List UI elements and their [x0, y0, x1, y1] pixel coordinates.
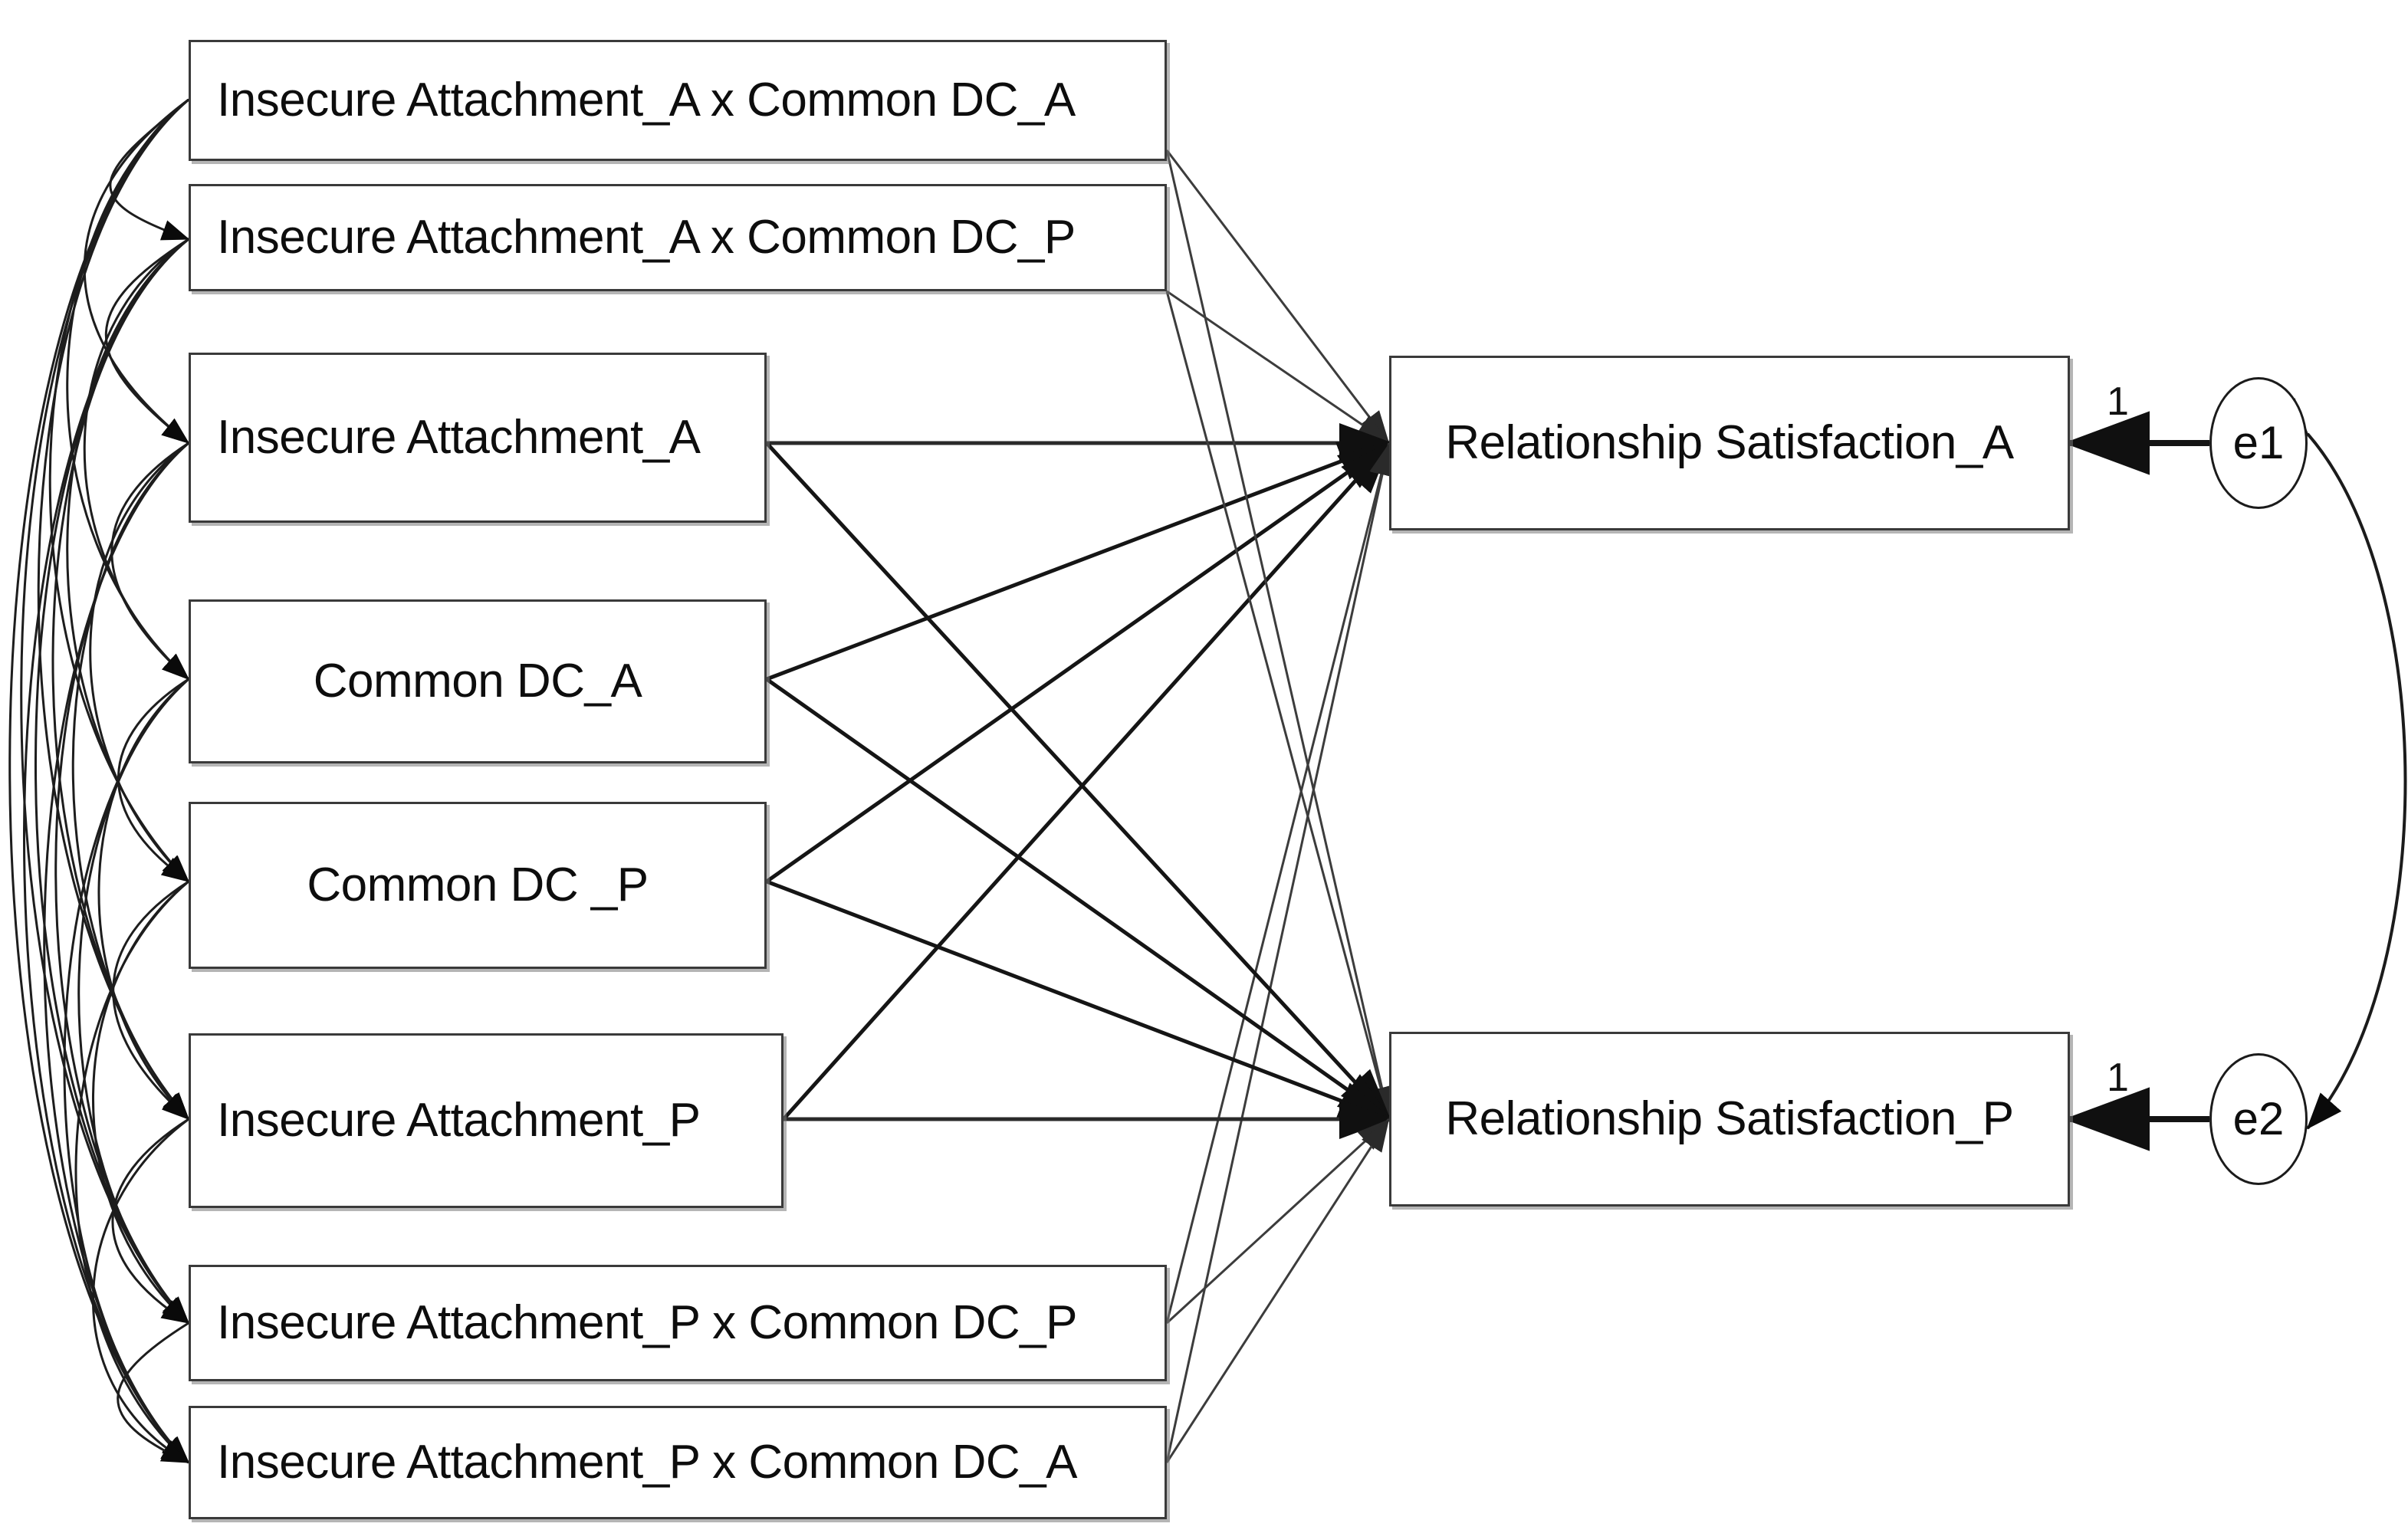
node-label: Insecure Attachment_A x Common DC_A — [217, 74, 1076, 127]
node-insecure-attachment-a-x-common-dc-p[interactable]: Insecure Attachment_A x Common DC_P — [189, 184, 1167, 291]
covariance-arc-group — [8, 74, 217, 1464]
node-relationship-satisfaction-p[interactable]: Relationship Satisfaction_P — [1389, 1032, 2070, 1207]
node-label: Insecure Attachment_P — [217, 1094, 701, 1148]
path-diagram-canvas: Insecure Attachment_A x Common DC_A Inse… — [0, 0, 2408, 1530]
node-common-dc-p[interactable]: Common DC _P — [189, 802, 767, 969]
node-label: Relationship Satisfaction_P — [1445, 1092, 2014, 1146]
node-relationship-satisfaction-a[interactable]: Relationship Satisfaction_A — [1389, 356, 2070, 530]
error-label: e2 — [2232, 1093, 2285, 1144]
node-label: Common DC _P — [307, 859, 649, 912]
e2-path-weight-label: 1 — [2107, 1056, 2129, 1100]
node-label: Insecure Attachment_A x Common DC_P — [217, 211, 1076, 264]
node-insecure-attachment-p[interactable]: Insecure Attachment_P — [189, 1033, 784, 1208]
node-insecure-attachment-a-x-common-dc-a[interactable]: Insecure Attachment_A x Common DC_A — [189, 40, 1167, 161]
node-insecure-attachment-a[interactable]: Insecure Attachment_A — [189, 353, 767, 523]
node-insecure-attachment-p-x-common-dc-a[interactable]: Insecure Attachment_P x Common DC_A — [189, 1406, 1167, 1519]
node-common-dc-a[interactable]: Common DC_A — [189, 599, 767, 763]
error-arrow-group — [2064, 411, 2209, 1151]
node-insecure-attachment-p-x-common-dc-p[interactable]: Insecure Attachment_P x Common DC_P — [189, 1265, 1167, 1381]
e1-e2-covariance-arc — [2273, 398, 2407, 1130]
node-label: Common DC_A — [313, 655, 642, 708]
node-label: Insecure Attachment_A — [217, 411, 701, 465]
node-label: Insecure Attachment_P x Common DC_P — [217, 1296, 1078, 1350]
node-label: Relationship Satisfaction_A — [1445, 416, 2014, 470]
node-label: Insecure Attachment_P x Common DC_A — [217, 1436, 1078, 1489]
e1-path-weight-label: 1 — [2107, 379, 2129, 424]
error-label: e1 — [2232, 417, 2285, 468]
node-error-e1[interactable]: e1 — [2209, 377, 2308, 509]
node-error-e2[interactable]: e2 — [2209, 1053, 2308, 1185]
